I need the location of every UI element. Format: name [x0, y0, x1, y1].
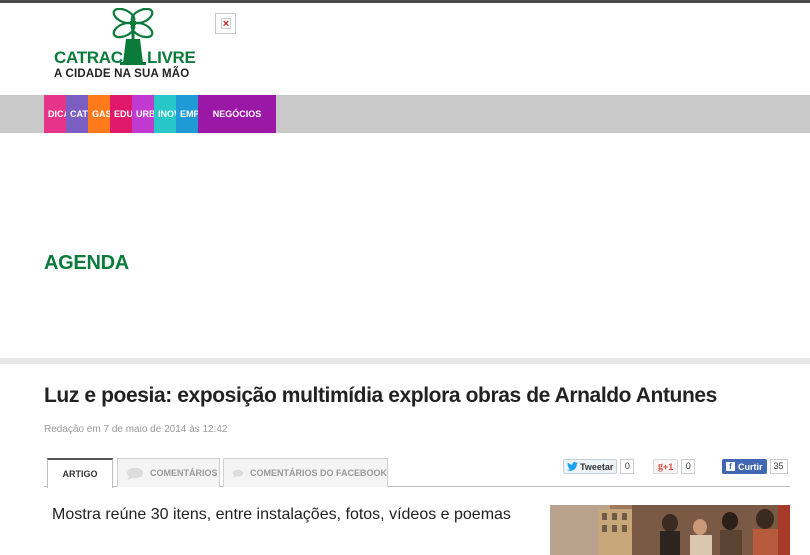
logo-tagline: A CIDADE NA SUA MÃO — [54, 68, 190, 80]
nav-item-inovacao[interactable]: INOVAÇÃO — [154, 95, 176, 133]
speech-bubble-icon — [232, 469, 244, 478]
logo-name-livre: LIVRE — [147, 48, 196, 67]
tweet-button[interactable]: Tweetar — [563, 459, 618, 474]
category-menu: DICASCATRACAGASTRONOMIAEDUCAÇÃOURBANISMO… — [44, 95, 276, 133]
article-byline: Redação em 7 de maio de 2014 às 12:42 — [44, 424, 228, 435]
article-photo[interactable] — [550, 505, 790, 555]
gplus-label: +1 — [663, 461, 674, 472]
facebook-like-count: 35 — [769, 459, 788, 474]
nav-item-catraca[interactable]: CATRACA — [66, 95, 88, 133]
tab-comentarios[interactable]: COMENTÁRIOS — [117, 458, 220, 487]
broken-image-icon: × — [215, 13, 236, 34]
twitter-bird-icon — [567, 462, 578, 471]
section-divider — [0, 358, 810, 364]
tweet-label: Tweetar — [580, 461, 614, 472]
logo-name-catraca: CATRACA — [54, 48, 135, 67]
tab-comentarios-facebook[interactable]: COMENTÁRIOS DO FACEBOOK — [223, 458, 388, 487]
nav-item-urbanismo[interactable]: URBANISMO — [132, 95, 154, 133]
nav-item-gastronomia[interactable]: GASTRONOMIA — [88, 95, 110, 133]
nav-item-educacao[interactable]: EDUCAÇÃO — [110, 95, 132, 133]
catraca-livre-logo[interactable]: CATRACA LIVRE A CIDADE NA SUA MÃO — [52, 8, 202, 86]
article-title: Luz e poesia: exposição multimídia explo… — [44, 384, 717, 407]
gplus-button[interactable]: g +1 — [653, 459, 679, 474]
nav-item-empreendedorismo[interactable]: EMPREENDEDORISMO — [176, 95, 198, 133]
gplus-share: g +1 0 — [653, 459, 696, 474]
facebook-like-label: Curtir — [738, 461, 763, 472]
top-border — [0, 0, 810, 3]
tab-label: ARTIGO — [62, 468, 98, 479]
twitter-share: Tweetar 0 — [563, 459, 635, 474]
exhibition-photo-image — [550, 505, 790, 555]
speech-bubble-icon — [127, 467, 143, 480]
section-heading-agenda: AGENDA — [44, 252, 129, 274]
facebook-share: f Curtir 35 — [722, 459, 788, 474]
tweet-count: 0 — [620, 459, 635, 474]
facebook-f-icon: f — [726, 462, 735, 471]
nav-item-dicas[interactable]: DICAS — [44, 95, 66, 133]
tab-label: COMENTÁRIOS — [150, 467, 218, 478]
tab-label: COMENTÁRIOS DO FACEBOOK — [249, 467, 387, 478]
gplus-count: 0 — [681, 459, 696, 474]
nav-item-negocios[interactable]: NEGÓCIOS — [198, 95, 276, 133]
article-subtitle: Mostra reúne 30 itens, entre instalações… — [52, 506, 511, 523]
tab-artigo[interactable]: ARTIGO — [47, 458, 113, 488]
facebook-like-button[interactable]: f Curtir — [722, 459, 767, 474]
